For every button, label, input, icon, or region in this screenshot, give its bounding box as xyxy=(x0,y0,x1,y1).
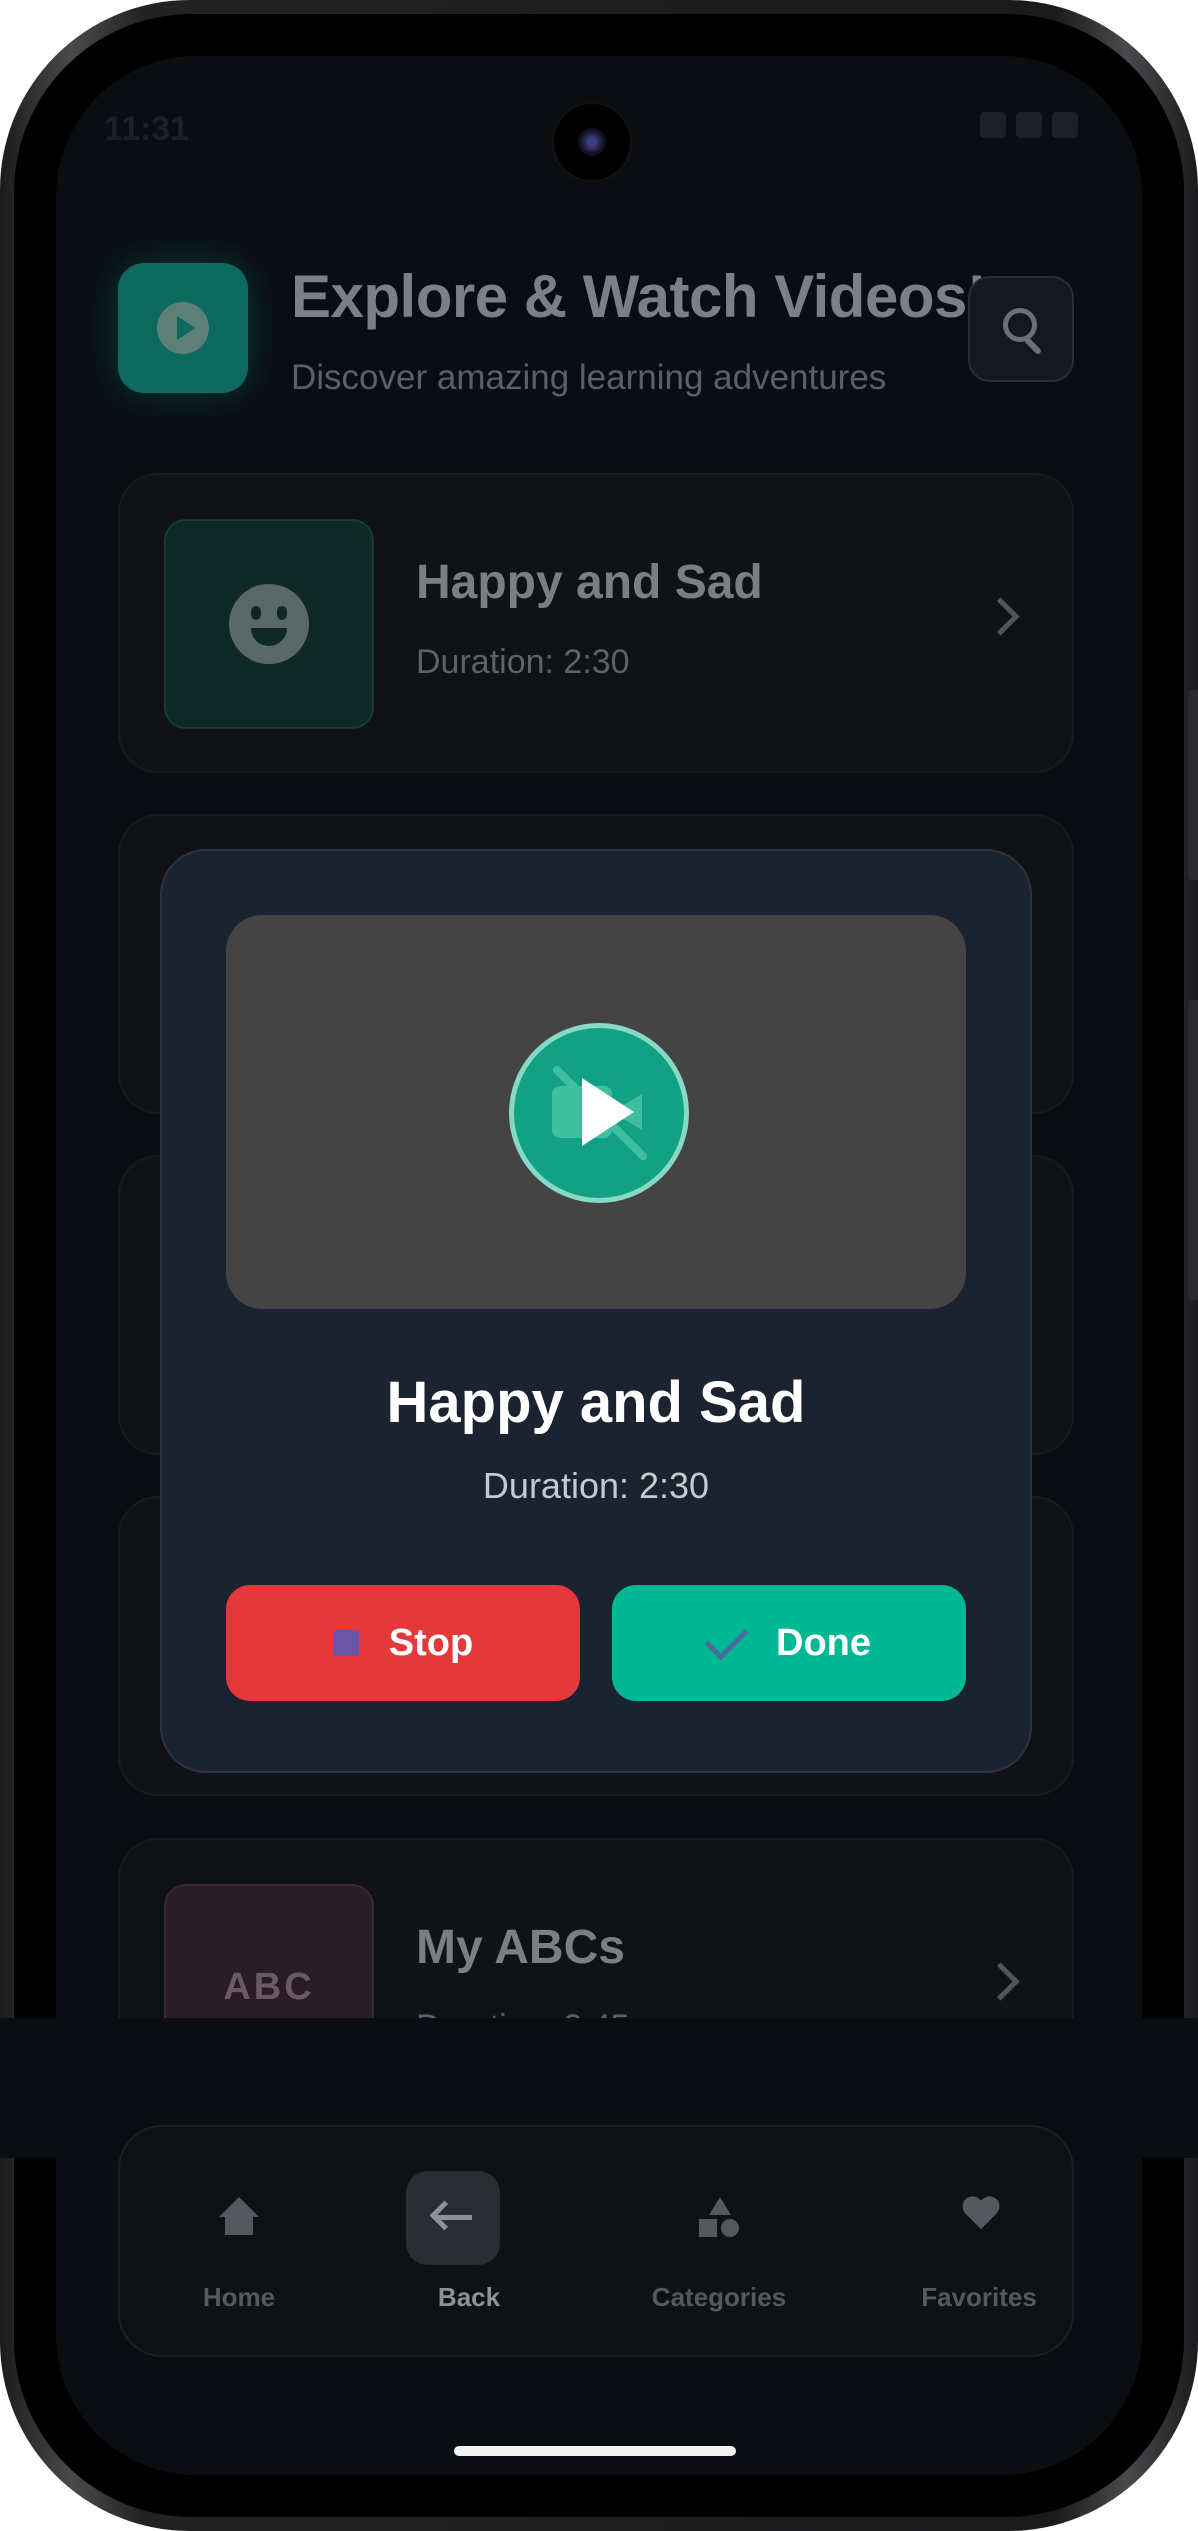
video-card[interactable]: Happy and Sad Duration: 2:30 xyxy=(118,473,1074,773)
bottom-nav: Home Back Categories Favorites xyxy=(118,2125,1074,2357)
video-title: My ABCs xyxy=(416,1921,625,1974)
power-button xyxy=(1188,1000,1198,1300)
nav-home[interactable]: Home xyxy=(120,2127,358,2355)
video-duration: Duration: 2:30 xyxy=(416,643,630,681)
video-player-modal: Happy and Sad Duration: 2:30 Stop Done xyxy=(160,849,1032,1773)
battery-icon xyxy=(1052,112,1078,138)
play-button[interactable] xyxy=(509,1023,689,1203)
abc-icon: ABC xyxy=(223,1966,315,2008)
home-icon xyxy=(219,2197,259,2237)
video-area[interactable] xyxy=(226,915,966,1309)
search-button[interactable] xyxy=(968,276,1074,382)
arrow-left-icon xyxy=(406,2171,500,2265)
shapes-icon xyxy=(699,2197,739,2237)
page-subtitle: Discover amazing learning adventures xyxy=(291,358,887,397)
video-title: Happy and Sad xyxy=(416,556,763,609)
volume-button xyxy=(1188,690,1198,880)
modal-title: Happy and Sad xyxy=(386,1370,806,1435)
status-icons xyxy=(980,112,1078,138)
page-title: Explore & Watch Videos! xyxy=(291,263,987,330)
wifi-icon xyxy=(980,112,1006,138)
stop-icon xyxy=(332,1630,359,1656)
modal-duration: Duration: 2:30 xyxy=(482,1465,710,1506)
chevron-right-icon xyxy=(981,597,1020,636)
play-circle-icon xyxy=(118,263,248,393)
nav-label: Back xyxy=(437,2282,501,2312)
video-thumbnail xyxy=(164,519,374,729)
done-button[interactable]: Done xyxy=(612,1585,966,1701)
smiley-icon xyxy=(229,584,309,664)
home-indicator[interactable] xyxy=(454,2446,736,2456)
nav-label: Categories xyxy=(651,2282,787,2312)
front-camera xyxy=(554,104,630,180)
nav-categories[interactable]: Categories xyxy=(600,2127,838,2355)
nav-favorites[interactable]: Favorites xyxy=(860,2127,1098,2355)
chevron-right-icon xyxy=(981,1962,1020,2001)
signal-icon xyxy=(1016,112,1042,138)
nav-label: Favorites xyxy=(921,2282,1037,2312)
done-label: Done xyxy=(776,1621,871,1664)
nav-label: Home xyxy=(202,2282,276,2312)
check-icon xyxy=(704,1616,749,1660)
stop-button[interactable]: Stop xyxy=(226,1585,580,1701)
stop-label: Stop xyxy=(388,1621,474,1664)
heart-icon xyxy=(959,2197,999,2237)
nav-back[interactable]: Back xyxy=(350,2127,588,2355)
status-time: 11:31 xyxy=(104,110,190,148)
play-icon xyxy=(582,1078,634,1146)
